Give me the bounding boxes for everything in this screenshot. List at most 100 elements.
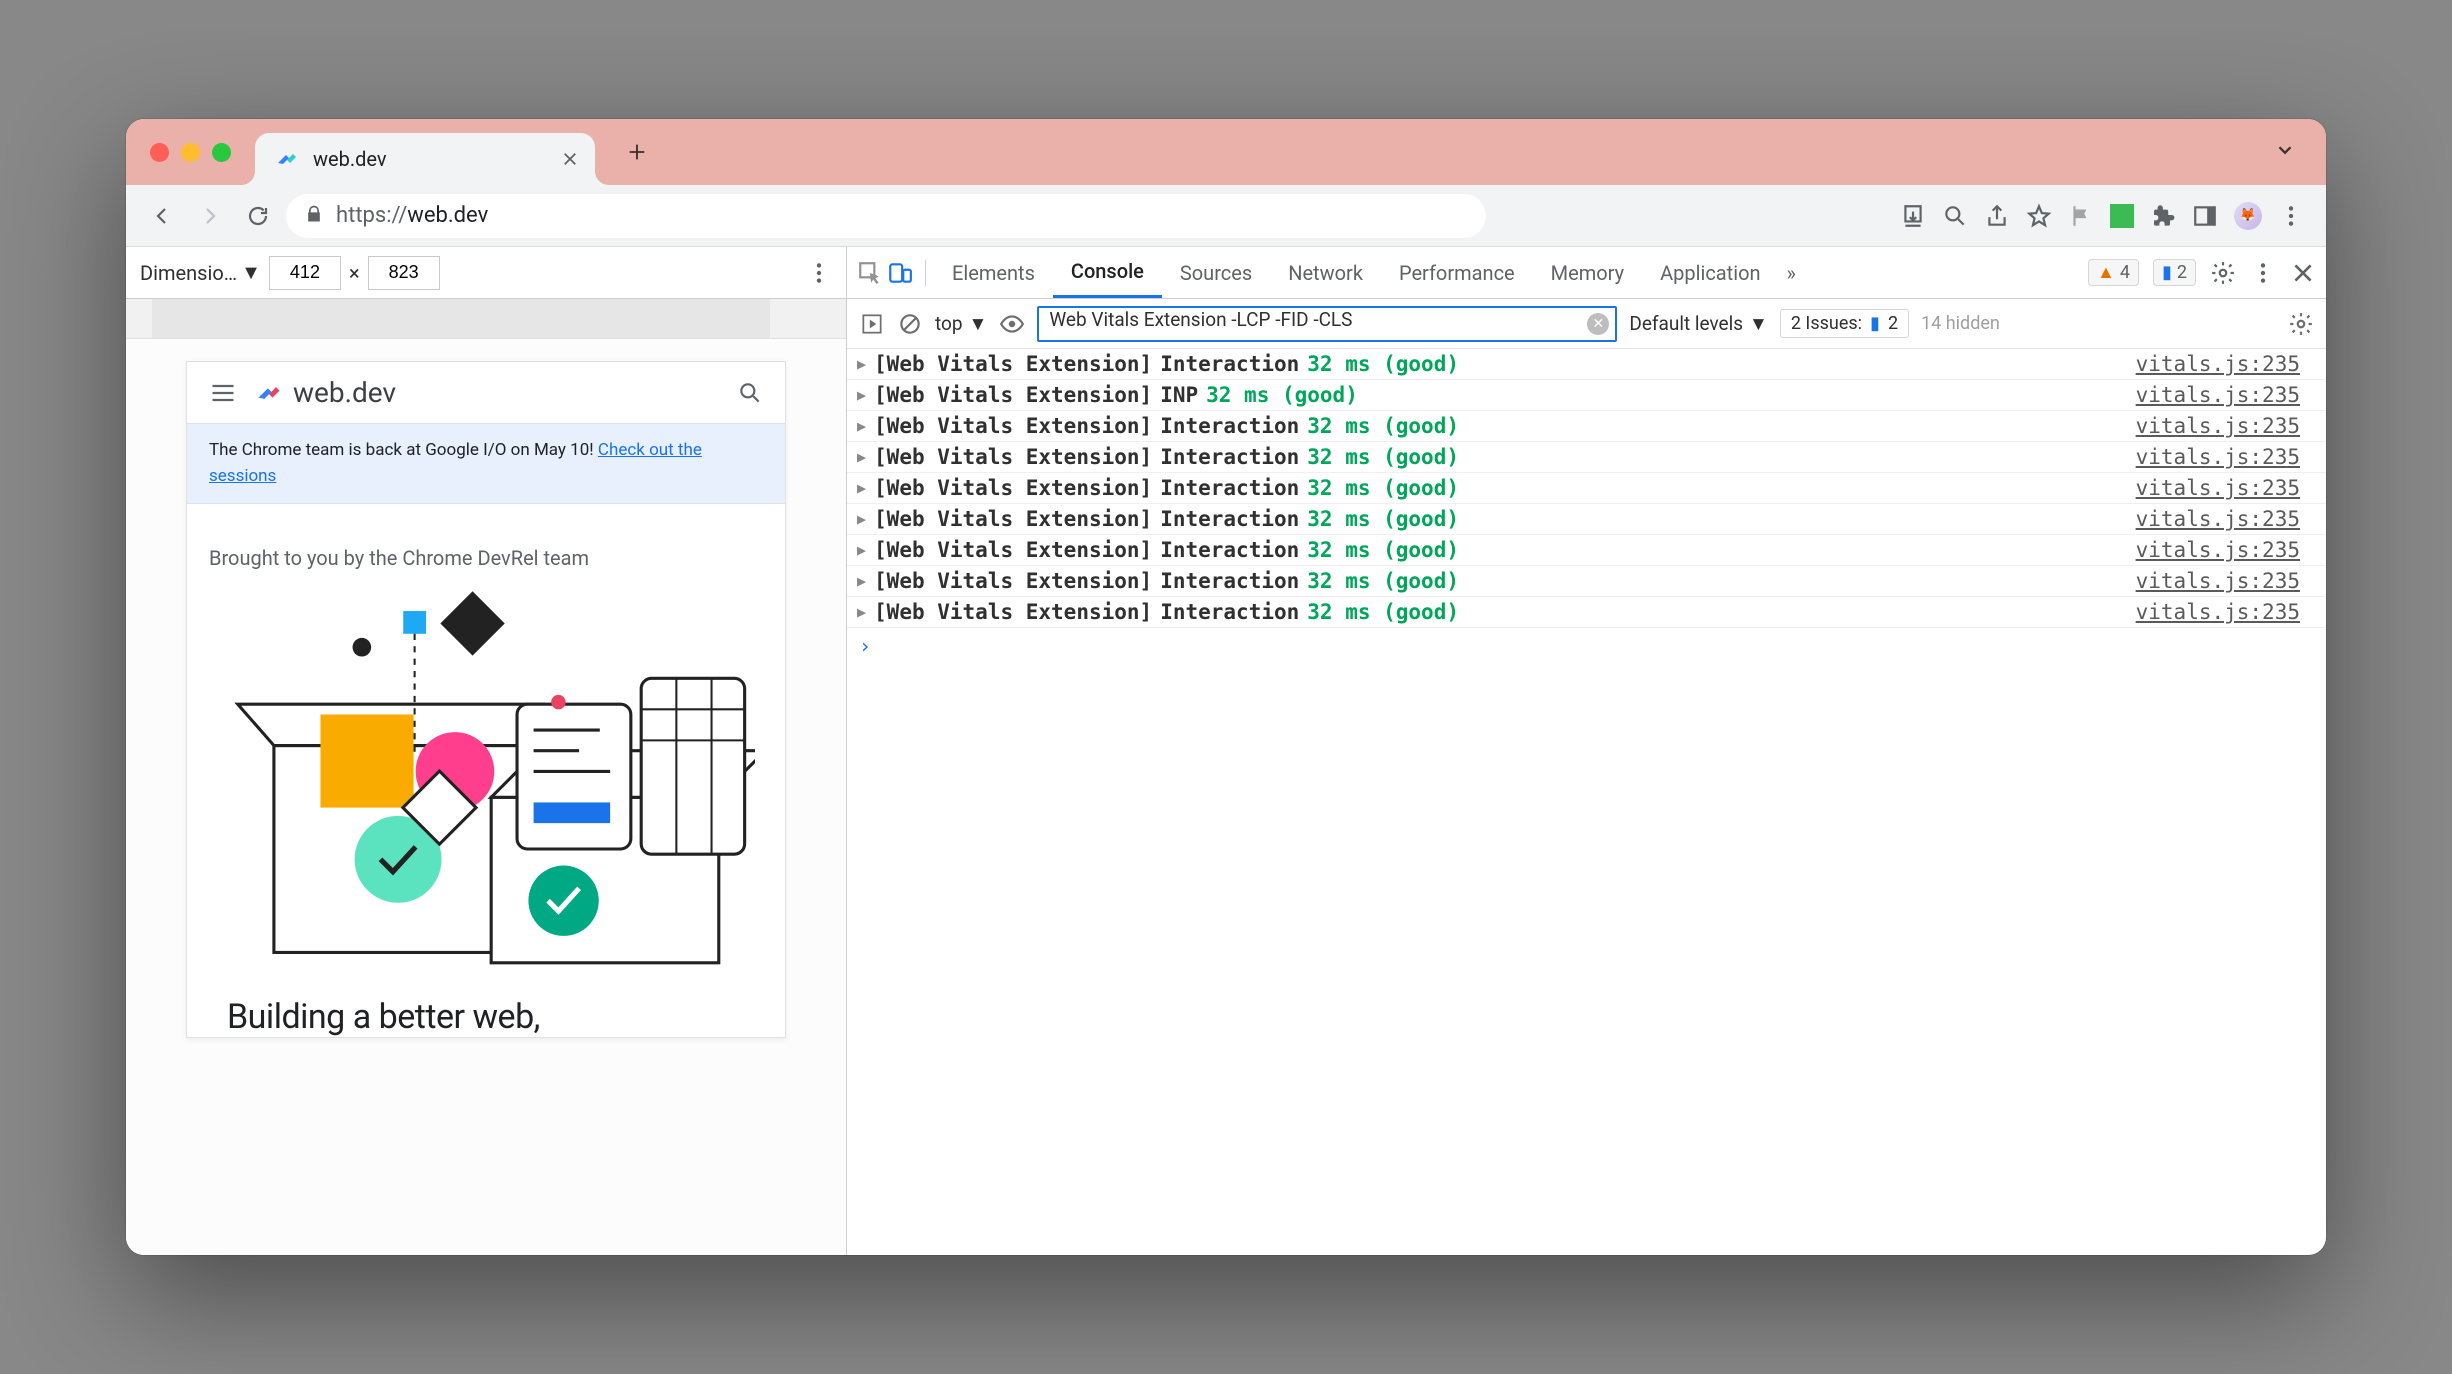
console-row[interactable]: ▶[Web Vitals Extension] Interaction 32 m… xyxy=(847,535,2326,566)
settings-icon[interactable] xyxy=(2210,260,2236,286)
log-metric: Interaction xyxy=(1160,600,1299,624)
back-button[interactable] xyxy=(142,196,182,236)
devtools-tab-network[interactable]: Network xyxy=(1270,247,1381,298)
devtools-tab-memory[interactable]: Memory xyxy=(1533,247,1642,298)
omnibox[interactable]: https://web.dev xyxy=(286,194,1486,238)
levels-select[interactable]: Default levels▼ xyxy=(1629,312,1767,336)
log-source-link[interactable]: vitals.js:235 xyxy=(2136,352,2316,376)
close-window[interactable] xyxy=(150,143,169,162)
log-source-link[interactable]: vitals.js:235 xyxy=(2136,414,2316,438)
expand-icon[interactable]: ▶ xyxy=(857,603,866,621)
log-source-link[interactable]: vitals.js:235 xyxy=(2136,476,2316,500)
new-tab-button[interactable] xyxy=(615,130,659,174)
log-label: [Web Vitals Extension] xyxy=(874,445,1152,469)
console-row[interactable]: ▶ [Web Vitals Extension] Interaction 32 m… xyxy=(847,442,2326,473)
site-header: web.dev xyxy=(187,362,785,423)
messages-badge[interactable]: ▮2 xyxy=(2153,259,2196,286)
console-settings-icon[interactable] xyxy=(2288,311,2314,337)
console-row[interactable]: ▶[Web Vitals Extension] Interaction 32 m… xyxy=(847,504,2326,535)
console-prompt[interactable]: › xyxy=(847,628,2326,664)
extension-square-icon[interactable] xyxy=(2110,204,2134,228)
expand-icon[interactable]: ▶ xyxy=(857,355,866,373)
more-tabs-icon[interactable]: » xyxy=(1779,261,1804,285)
device-select[interactable]: Dimensio… ▼ xyxy=(140,260,261,285)
log-value: 32 ms (good) xyxy=(1307,476,1459,500)
flag-icon[interactable] xyxy=(2068,203,2094,229)
tab-title: web.dev xyxy=(313,147,547,171)
log-source-link[interactable]: vitals.js:235 xyxy=(2136,445,2316,469)
logo-icon xyxy=(255,379,283,407)
console-row[interactable]: ▶[Web Vitals Extension] Interaction 32 m… xyxy=(847,411,2326,442)
search-icon[interactable] xyxy=(737,380,763,406)
log-source-link[interactable]: vitals.js:235 xyxy=(2136,600,2316,624)
log-source-link[interactable]: vitals.js:235 xyxy=(2136,507,2316,531)
devtools-tabs: ElementsConsoleSourcesNetworkPerformance… xyxy=(847,247,2326,299)
issues-box[interactable]: 2 Issues: ▮2 xyxy=(1780,309,1909,338)
expand-icon[interactable]: ▶ xyxy=(857,448,866,466)
profile-avatar[interactable]: 🦊 xyxy=(2234,202,2262,230)
expand-icon[interactable]: ▶ xyxy=(857,479,866,497)
expand-icon[interactable]: ▶ xyxy=(857,386,866,404)
address-bar: https://web.dev 🦊 xyxy=(126,185,2326,247)
log-metric: Interaction xyxy=(1160,569,1299,593)
close-devtools-icon[interactable] xyxy=(2290,260,2316,286)
viewport-wrap: web.dev The Chrome team is back at Googl… xyxy=(126,299,846,1255)
install-icon[interactable] xyxy=(1900,203,1926,229)
extensions-icon[interactable] xyxy=(2150,203,2176,229)
close-tab-icon[interactable] xyxy=(561,150,579,168)
log-source-link[interactable]: vitals.js:235 xyxy=(2136,383,2316,407)
zoom-icon[interactable] xyxy=(1942,203,1968,229)
devtools-tab-performance[interactable]: Performance xyxy=(1381,247,1533,298)
side-panel-icon[interactable] xyxy=(2192,203,2218,229)
devtools-tab-sources[interactable]: Sources xyxy=(1162,247,1270,298)
width-input[interactable] xyxy=(269,256,341,290)
console-row[interactable]: ▶[Web Vitals Extension] Interaction 32 m… xyxy=(847,566,2326,597)
favicon-icon xyxy=(275,147,299,171)
bookmark-star-icon[interactable] xyxy=(2026,203,2052,229)
expand-icon[interactable]: ▶ xyxy=(857,541,866,559)
log-value: 32 ms (good) xyxy=(1307,352,1459,376)
maximize-window[interactable] xyxy=(212,143,231,162)
devtools-tab-application[interactable]: Application xyxy=(1642,247,1778,298)
devtools-more-icon[interactable] xyxy=(2250,260,2276,286)
log-label: [Web Vitals Extension] xyxy=(874,414,1152,438)
site-logo[interactable]: web.dev xyxy=(255,376,719,409)
filter-input[interactable]: Web Vitals Extension -LCP -FID -CLS ✕ xyxy=(1037,306,1617,342)
console-row[interactable]: ▶[Web Vitals Extension] Interaction 32 m… xyxy=(847,473,2326,504)
device-pane: Dimensio… ▼ × web.dev xyxy=(126,247,847,1255)
reload-button[interactable] xyxy=(238,196,278,236)
devtools-tab-elements[interactable]: Elements xyxy=(934,247,1053,298)
device-more-icon[interactable] xyxy=(806,260,832,286)
warnings-badge[interactable]: ▲4 xyxy=(2088,259,2139,286)
device-mode-icon[interactable] xyxy=(887,260,913,286)
forward-button[interactable] xyxy=(190,196,230,236)
clear-filter-icon[interactable]: ✕ xyxy=(1587,313,1609,335)
menu-icon[interactable] xyxy=(209,379,237,407)
context-select[interactable]: top▼ xyxy=(935,312,987,336)
console-row[interactable]: ▶[Web Vitals Extension] INP 32 ms (good)… xyxy=(847,380,2326,411)
issues-count: 2 xyxy=(1888,313,1898,334)
log-value: 32 ms (good) xyxy=(1307,445,1459,469)
log-source-link[interactable]: vitals.js:235 xyxy=(2136,538,2316,562)
log-metric: Interaction xyxy=(1160,445,1299,469)
clear-console-icon[interactable] xyxy=(897,311,923,337)
devtools-tab-console[interactable]: Console xyxy=(1053,247,1162,298)
expand-icon[interactable]: ▶ xyxy=(857,510,866,528)
dropdown-icon: ▼ xyxy=(241,260,261,285)
live-expression-icon[interactable] xyxy=(999,311,1025,337)
browser-menu-icon[interactable] xyxy=(2278,203,2304,229)
log-source-link[interactable]: vitals.js:235 xyxy=(2136,569,2316,593)
expand-icon[interactable]: ▶ xyxy=(857,417,866,435)
run-icon[interactable] xyxy=(859,311,885,337)
browser-tab[interactable]: web.dev xyxy=(255,133,595,185)
console-row[interactable]: ▶[Web Vitals Extension] Interaction 32 m… xyxy=(847,349,2326,380)
log-label: [Web Vitals Extension] xyxy=(874,383,1152,407)
minimize-window[interactable] xyxy=(181,143,200,162)
toolbar-actions: 🦊 xyxy=(1900,202,2310,230)
expand-icon[interactable]: ▶ xyxy=(857,572,866,590)
console-row[interactable]: ▶[Web Vitals Extension] Interaction 32 m… xyxy=(847,597,2326,628)
inspect-icon[interactable] xyxy=(857,260,883,286)
expand-tabs-icon[interactable] xyxy=(2274,139,2310,165)
height-input[interactable] xyxy=(368,256,440,290)
share-icon[interactable] xyxy=(1984,203,2010,229)
